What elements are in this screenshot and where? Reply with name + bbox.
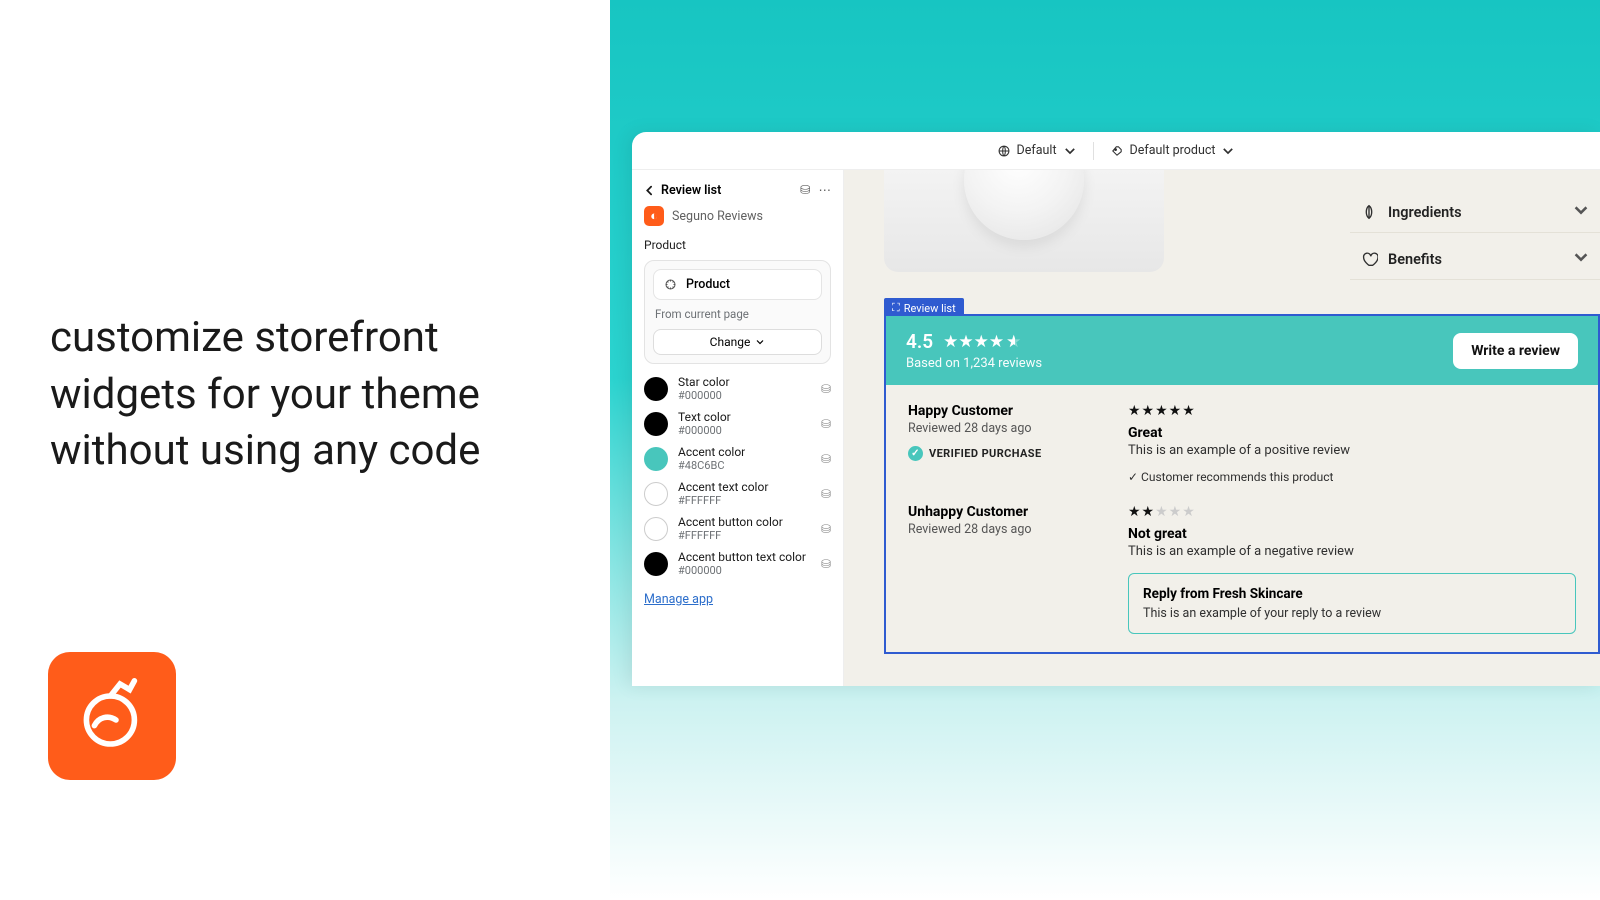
color-hex: #48C6BC: [678, 459, 811, 472]
color-hex: #000000: [678, 424, 811, 437]
color-swatch: [644, 517, 668, 541]
color-row[interactable]: Star color#000000 ⛁: [644, 372, 831, 405]
color-hex: #FFFFFF: [678, 529, 811, 542]
product-source-label: From current page: [655, 307, 822, 321]
accordion-label: Ingredients: [1388, 204, 1462, 221]
chevron-down-icon: [1572, 248, 1590, 270]
reviewer-name: Unhappy Customer: [908, 504, 1088, 520]
review-stars: ★★★★★: [1128, 504, 1576, 520]
color-name: Accent text color: [678, 480, 811, 494]
color-name: Accent button text color: [678, 550, 811, 564]
product-selector[interactable]: Default product: [1110, 143, 1236, 158]
color-name: Star color: [678, 375, 811, 389]
database-icon[interactable]: ⛁: [821, 522, 831, 536]
product-chip[interactable]: Product: [653, 269, 822, 300]
accordion-group: Ingredients Benefits: [1350, 192, 1600, 280]
review-header: 4.5 ★★★★★★ Based on 1,234 reviews Write …: [886, 316, 1598, 385]
theme-selector[interactable]: Default: [997, 143, 1077, 158]
color-swatch: [644, 482, 668, 506]
accordion-row[interactable]: Benefits: [1350, 239, 1600, 280]
color-hex: #000000: [678, 564, 811, 577]
review-date: Reviewed 28 days ago: [908, 522, 1088, 537]
database-icon[interactable]: ⛁: [821, 417, 831, 431]
color-row[interactable]: Accent button color#FFFFFF ⛁: [644, 512, 831, 545]
chevron-down-icon: [1572, 201, 1590, 223]
rating-stars: ★★★★★★: [943, 332, 1023, 352]
write-review-button[interactable]: Write a review: [1453, 333, 1578, 369]
color-swatch: [644, 377, 668, 401]
brand-logo: [48, 652, 176, 780]
database-icon[interactable]: ⛁: [821, 452, 831, 466]
review-body: This is an example of a positive review: [1128, 443, 1576, 458]
color-name: Accent button color: [678, 515, 811, 529]
product-card: Product From current page Change: [644, 260, 831, 364]
review-body: This is an example of a negative review: [1128, 544, 1576, 559]
hero-headline: customize storefront widgets for your th…: [50, 310, 560, 480]
database-icon[interactable]: ⛁: [800, 182, 810, 198]
manage-app-link[interactable]: Manage app: [644, 592, 831, 607]
editor-topbar: Default Default product: [632, 132, 1600, 170]
reviewer-name: Happy Customer: [908, 403, 1088, 419]
recommends-label: ✓ Customer recommends this product: [1128, 470, 1576, 484]
verified-badge: ✓VERIFIED PURCHASE: [908, 446, 1088, 461]
change-button[interactable]: Change: [653, 329, 822, 355]
color-list: Star color#000000 ⛁ Text color#000000 ⛁ …: [644, 372, 831, 580]
rating-score: 4.5: [906, 330, 933, 353]
review-title: Great: [1128, 425, 1576, 441]
color-row[interactable]: Accent color#48C6BC ⛁: [644, 442, 831, 475]
review-widget: 4.5 ★★★★★★ Based on 1,234 reviews Write …: [884, 314, 1600, 654]
product-image: [884, 170, 1164, 272]
color-row[interactable]: Accent text color#FFFFFF ⛁: [644, 477, 831, 510]
database-icon[interactable]: ⛁: [821, 487, 831, 501]
review-item: Happy Customer Reviewed 28 days ago ✓VERI…: [908, 403, 1576, 484]
section-label: Product: [644, 238, 831, 252]
color-hex: #000000: [678, 389, 811, 402]
color-row[interactable]: Accent button text color#000000 ⛁: [644, 547, 831, 580]
editor-window: Default Default product Review list ⛁: [632, 132, 1600, 686]
preview-canvas: Ingredients Benefits ⛶ Review list 4.5 ★…: [844, 170, 1600, 686]
database-icon[interactable]: ⛁: [821, 382, 831, 396]
accordion-row[interactable]: Ingredients: [1350, 192, 1600, 233]
accordion-label: Benefits: [1388, 251, 1442, 268]
more-icon[interactable]: ⋯: [819, 182, 832, 198]
color-row[interactable]: Text color#000000 ⛁: [644, 407, 831, 440]
app-badge-icon: ◐: [644, 206, 664, 226]
review-item: Unhappy Customer Reviewed 28 days ago ★★★…: [908, 504, 1576, 634]
color-name: Accent color: [678, 445, 811, 459]
color-swatch: [644, 447, 668, 471]
settings-sidebar: Review list ⛁ ⋯ ◐ Seguno Reviews Product…: [632, 170, 844, 686]
color-swatch: [644, 552, 668, 576]
color-swatch: [644, 412, 668, 436]
database-icon[interactable]: ⛁: [821, 557, 831, 571]
color-hex: #FFFFFF: [678, 494, 811, 507]
app-label: ◐ Seguno Reviews: [644, 206, 831, 226]
color-name: Text color: [678, 410, 811, 424]
review-date: Reviewed 28 days ago: [908, 421, 1088, 436]
review-count: Based on 1,234 reviews: [906, 356, 1042, 371]
review-stars: ★★★★★: [1128, 403, 1576, 419]
review-reply: Reply from Fresh SkincareThis is an exam…: [1128, 573, 1576, 634]
back-button[interactable]: Review list: [644, 183, 721, 198]
review-title: Not great: [1128, 526, 1576, 542]
